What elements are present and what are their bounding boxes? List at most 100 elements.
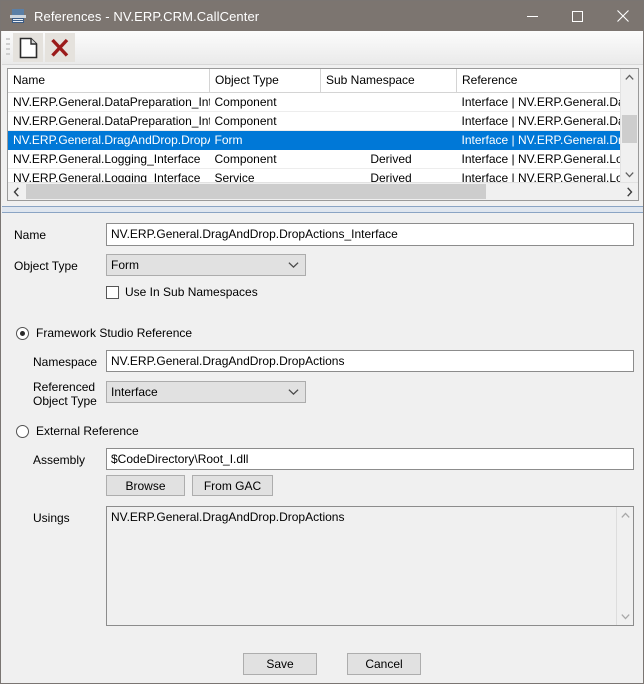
object-type-select[interactable]: Form bbox=[106, 254, 306, 276]
save-button[interactable]: Save bbox=[243, 653, 317, 675]
usings-textarea[interactable]: NV.ERP.General.DragAndDrop.DropActions bbox=[106, 506, 634, 626]
table-row-selected[interactable]: NV.ERP.General.DragAndDrop.DropA... Form… bbox=[8, 130, 621, 150]
external-reference-label: External Reference bbox=[36, 424, 139, 438]
new-reference-button[interactable] bbox=[13, 33, 43, 62]
minimize-button[interactable] bbox=[510, 1, 555, 31]
scroll-down-button[interactable] bbox=[621, 166, 638, 183]
browse-button[interactable]: Browse bbox=[106, 475, 185, 496]
cell-reference: Interface | NV.ERP.General.Logging bbox=[456, 168, 621, 183]
use-in-sub-namespaces-checkbox[interactable]: Use In Sub Namespaces bbox=[106, 285, 258, 299]
minimize-icon bbox=[527, 15, 538, 17]
cell-name: NV.ERP.General.Logging_Interface bbox=[8, 168, 210, 183]
scroll-right-button[interactable] bbox=[621, 183, 638, 200]
column-header-object-type[interactable]: Object Type bbox=[209, 69, 321, 93]
grid-horizontal-scroll-thumb[interactable] bbox=[26, 184, 486, 199]
cell-object-type: Form bbox=[209, 130, 321, 150]
usings-scroll-up-button[interactable] bbox=[617, 507, 633, 524]
column-header-sub-namespace[interactable]: Sub Namespace bbox=[320, 69, 457, 93]
namespace-input[interactable]: NV.ERP.General.DragAndDrop.DropActions bbox=[106, 350, 634, 372]
cell-reference: Interface | NV.ERP.General.DragAndDrop.D… bbox=[456, 130, 621, 150]
reference-detail-form: Name NV.ERP.General.DragAndDrop.DropActi… bbox=[2, 213, 643, 683]
checkbox-box bbox=[106, 285, 119, 299]
cancel-button[interactable]: Cancel bbox=[347, 653, 421, 675]
column-header-name[interactable]: Name bbox=[8, 69, 210, 93]
cell-sub-namespace: Derived bbox=[320, 149, 457, 169]
object-type-label: Object Type bbox=[14, 259, 78, 273]
cell-object-type: Component bbox=[209, 92, 321, 112]
cell-reference: Interface | NV.ERP.General.DataPreparati… bbox=[456, 92, 621, 112]
panel-splitter[interactable] bbox=[2, 206, 643, 213]
references-dialog: References - NV.ERP.CRM.CallCenter Name … bbox=[0, 0, 644, 684]
column-header-reference[interactable]: Reference bbox=[456, 69, 621, 93]
object-type-selected-value: Form bbox=[111, 258, 139, 272]
close-button[interactable] bbox=[600, 1, 643, 31]
chevron-down-icon bbox=[620, 614, 630, 620]
table-header-row: Name Object Type Sub Namespace Reference bbox=[8, 69, 621, 93]
chevron-up-icon bbox=[620, 512, 630, 518]
name-input[interactable]: NV.ERP.General.DragAndDrop.DropActions_I… bbox=[106, 223, 634, 246]
chevron-down-icon bbox=[288, 389, 299, 396]
referenced-object-type-selected-value: Interface bbox=[111, 385, 158, 399]
referenced-object-type-label-line1: Referenced bbox=[33, 380, 96, 394]
cell-sub-namespace bbox=[320, 130, 457, 150]
usings-textarea-value: NV.ERP.General.DragAndDrop.DropActions bbox=[111, 510, 345, 524]
usings-scroll-down-button[interactable] bbox=[617, 608, 633, 625]
assembly-label: Assembly bbox=[33, 453, 86, 467]
delete-red-x-icon bbox=[51, 38, 69, 57]
references-grid[interactable]: Name Object Type Sub Namespace Reference… bbox=[7, 68, 639, 201]
grid-vertical-scrollbar[interactable] bbox=[620, 69, 638, 183]
chevron-down-icon bbox=[288, 262, 299, 269]
table-row[interactable]: NV.ERP.General.Logging_Interface Service… bbox=[8, 168, 621, 183]
toolbar bbox=[2, 31, 643, 65]
grid-horizontal-scrollbar[interactable] bbox=[8, 182, 638, 200]
cell-sub-namespace: Derived bbox=[320, 168, 457, 183]
toolbar-grip[interactable] bbox=[6, 37, 10, 58]
references-table-body: NV.ERP.General.DataPreparation_Int... Co… bbox=[8, 92, 621, 183]
window-title: References - NV.ERP.CRM.CallCenter bbox=[34, 8, 260, 24]
cell-sub-namespace bbox=[320, 92, 457, 112]
referenced-object-type-select[interactable]: Interface bbox=[106, 381, 306, 403]
title-bar: References - NV.ERP.CRM.CallCenter bbox=[1, 1, 643, 31]
scroll-left-button[interactable] bbox=[8, 183, 25, 200]
chevron-up-icon bbox=[625, 74, 634, 80]
external-reference-radio[interactable]: External Reference bbox=[16, 424, 139, 438]
window-controls bbox=[510, 1, 643, 31]
references-table: Name Object Type Sub Namespace Reference… bbox=[8, 69, 621, 183]
chevron-right-icon bbox=[627, 186, 633, 197]
references-window-icon bbox=[10, 8, 26, 24]
from-gac-button[interactable]: From GAC bbox=[192, 475, 273, 496]
name-label: Name bbox=[14, 228, 47, 242]
cell-reference: Interface | NV.ERP.General.Logging bbox=[456, 149, 621, 169]
cell-object-type: Component bbox=[209, 149, 321, 169]
cell-name: NV.ERP.General.DragAndDrop.DropA... bbox=[8, 130, 210, 150]
radio-indicator bbox=[16, 326, 29, 340]
cell-name: NV.ERP.General.DataPreparation_Int... bbox=[8, 92, 210, 112]
chevron-left-icon bbox=[13, 186, 19, 197]
usings-vertical-scrollbar[interactable] bbox=[616, 507, 633, 625]
close-icon bbox=[616, 10, 629, 22]
cell-object-type: Component bbox=[209, 111, 321, 131]
delete-reference-button[interactable] bbox=[45, 33, 75, 62]
cell-name: NV.ERP.General.Logging_Interface bbox=[8, 149, 210, 169]
usings-label: Usings bbox=[33, 511, 70, 525]
cell-reference: Interface | NV.ERP.General.DataPreparati… bbox=[456, 111, 621, 131]
maximize-icon bbox=[572, 10, 583, 22]
assembly-input[interactable]: $CodeDirectory\Root_I.dll bbox=[106, 448, 634, 470]
namespace-label: Namespace bbox=[33, 355, 98, 369]
references-grid-viewport: Name Object Type Sub Namespace Reference… bbox=[8, 69, 621, 183]
table-row[interactable]: NV.ERP.General.DataPreparation_Int... Co… bbox=[8, 92, 621, 112]
radio-indicator bbox=[16, 424, 29, 438]
table-row[interactable]: NV.ERP.General.DataPreparation_Int... Co… bbox=[8, 111, 621, 131]
table-row[interactable]: NV.ERP.General.Logging_Interface Compone… bbox=[8, 149, 621, 169]
cell-name: NV.ERP.General.DataPreparation_Int... bbox=[8, 111, 210, 131]
framework-studio-reference-label: Framework Studio Reference bbox=[36, 326, 193, 340]
cell-object-type: Service bbox=[209, 168, 321, 183]
referenced-object-type-label-line2: Object Type bbox=[33, 394, 97, 408]
framework-studio-reference-radio[interactable]: Framework Studio Reference bbox=[16, 326, 192, 340]
use-in-sub-namespaces-label: Use In Sub Namespaces bbox=[125, 285, 258, 299]
maximize-button[interactable] bbox=[555, 1, 600, 31]
chevron-down-icon bbox=[625, 172, 634, 178]
scroll-up-button[interactable] bbox=[621, 69, 638, 86]
grid-vertical-scroll-thumb[interactable] bbox=[622, 115, 637, 143]
new-document-icon bbox=[19, 37, 37, 58]
